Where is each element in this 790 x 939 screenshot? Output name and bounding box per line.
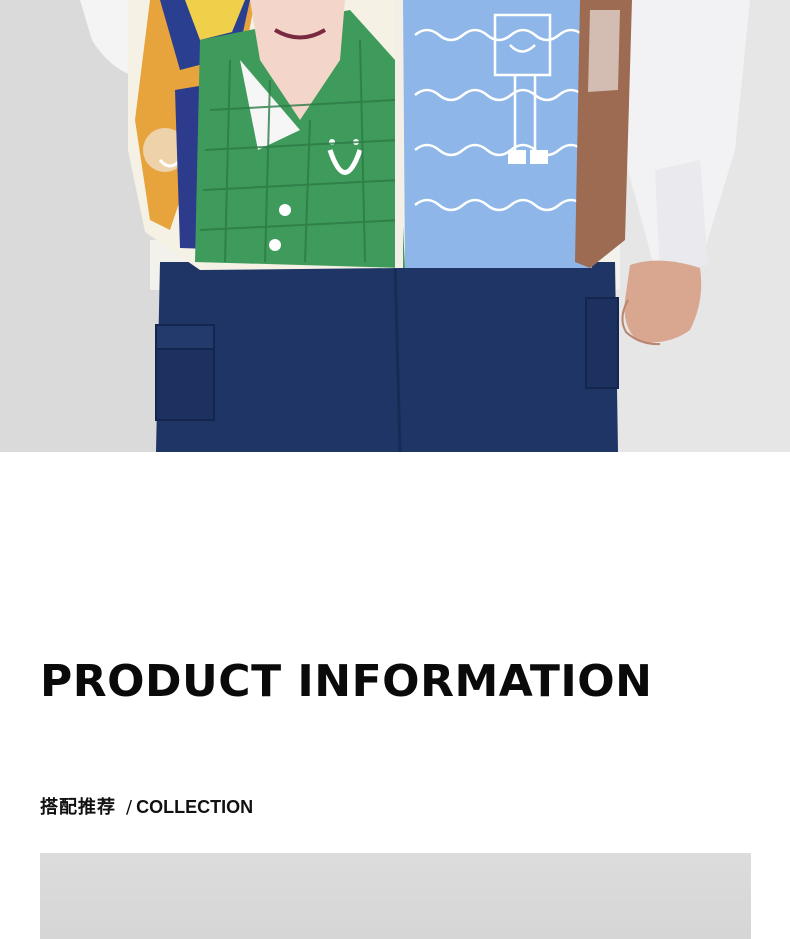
label-separator: / <box>126 797 133 818</box>
collection-label-en: COLLECTION <box>136 797 254 817</box>
product-information-heading: PRODUCT INFORMATION <box>40 656 653 707</box>
collection-photo[interactable] <box>40 853 751 939</box>
product-photo-illustration <box>0 0 790 452</box>
hero-product-photo <box>0 0 790 452</box>
collection-section-label: 搭配推荐 / COLLECTION <box>40 795 253 819</box>
product-detail-page: PRODUCT INFORMATION 搭配推荐 / COLLECTION <box>0 0 790 939</box>
collection-label-cn: 搭配推荐 <box>40 797 116 818</box>
